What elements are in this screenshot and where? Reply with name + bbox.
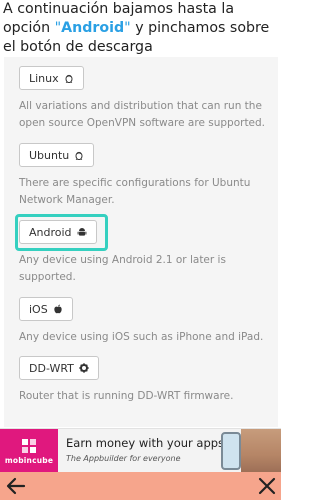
platform-linux: Linux All variations and distribution th…: [19, 66, 269, 132]
ad-person-image: [241, 429, 281, 473]
ad-phone-image: [221, 432, 241, 470]
ubuntu-description: There are specific configurations for Ub…: [19, 177, 251, 206]
ios-download-button[interactable]: iOS: [19, 297, 73, 321]
ad-banner[interactable]: mobincube Earn money with your apps The …: [0, 428, 281, 473]
mobincube-logo: mobincube: [0, 429, 58, 473]
caption-highlight: Android: [61, 20, 125, 36]
android-description: Any device using Android 2.1 or later is…: [19, 254, 226, 283]
platform-ios: iOS Any device using iOS such as iPhone …: [19, 297, 269, 346]
android-button-label: Android: [29, 225, 72, 239]
ddwrt-download-button[interactable]: DD-WRT: [19, 356, 99, 380]
linux-description: All variations and distribution that can…: [19, 100, 266, 129]
android-download-button[interactable]: Android: [19, 220, 97, 244]
ddwrt-button-label: DD-WRT: [29, 361, 74, 375]
ubuntu-download-button[interactable]: Ubuntu: [19, 143, 95, 167]
linux-tux-icon: [75, 151, 83, 160]
linux-button-label: Linux: [29, 71, 59, 85]
tutorial-caption: A continuación bajamos hasta la opción "…: [0, 0, 281, 56]
platform-ddwrt: DD-WRT Router that is running DD-WRT fir…: [19, 356, 269, 405]
ad-title: Earn money with your apps: [66, 436, 225, 450]
ddwrt-description: Router that is running DD-WRT firmware.: [19, 390, 234, 402]
linux-tux-icon: [65, 74, 73, 83]
platform-list: Linux All variations and distribution th…: [4, 57, 278, 427]
ios-description: Any device using iOS such as iPhone and …: [19, 331, 264, 343]
apple-icon: [54, 304, 62, 314]
ubuntu-button-label: Ubuntu: [29, 148, 70, 162]
gear-icon: [79, 363, 89, 373]
platform-android: Android Any device using Android 2.1 or …: [19, 220, 269, 286]
platform-ubuntu: Ubuntu There are specific configurations…: [19, 143, 269, 209]
mobincube-mark-icon: [22, 438, 36, 453]
ios-button-label: iOS: [29, 302, 48, 316]
ad-subtitle: The Appbuilder for everyone: [66, 454, 181, 463]
mobincube-brand: mobincube: [4, 455, 54, 465]
linux-download-button[interactable]: Linux: [19, 66, 84, 90]
bottom-nav-bar: [0, 472, 281, 500]
android-icon: [77, 228, 86, 236]
arrow-left-icon[interactable]: [6, 476, 26, 496]
close-icon[interactable]: [257, 476, 277, 496]
